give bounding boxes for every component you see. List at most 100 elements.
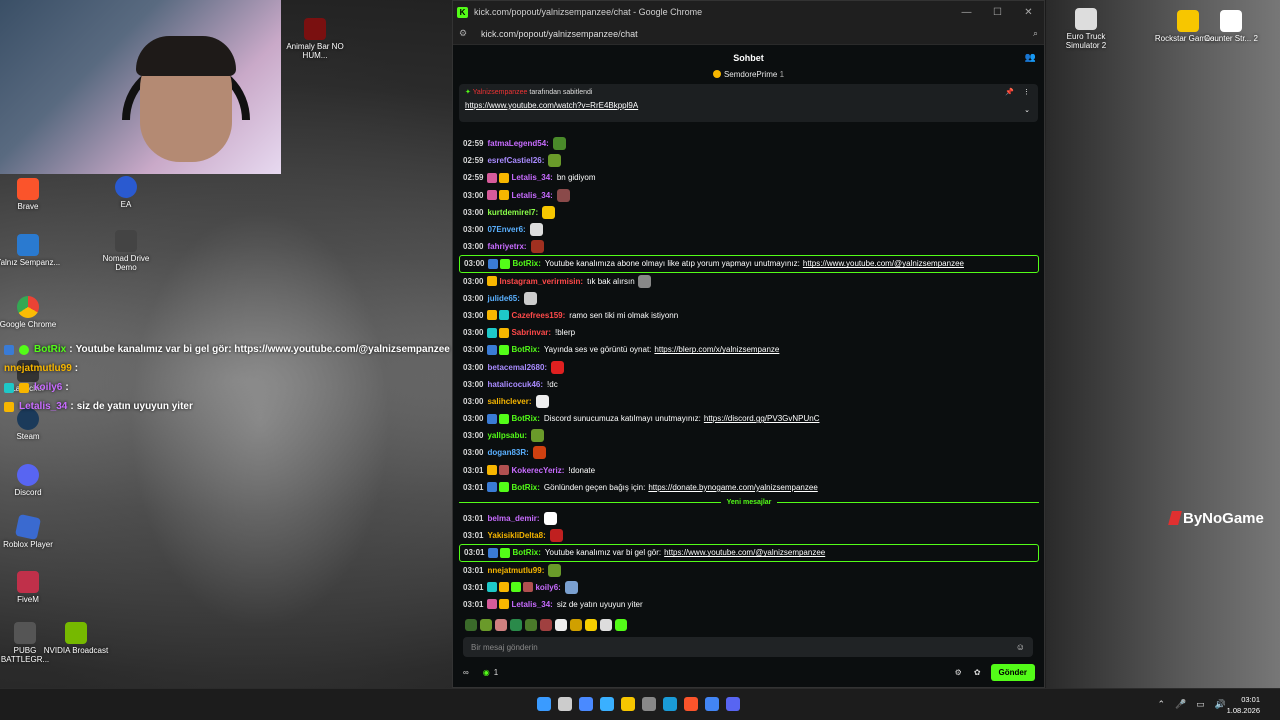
message-username[interactable]: BotRix: [511, 345, 539, 354]
settings-gear-icon[interactable]: ⚙ [955, 668, 962, 677]
message-link[interactable]: https://donate.bynogame.com/yalnizsempan… [648, 483, 817, 492]
url-text[interactable]: kick.com/popout/yalnizsempanzee/chat [481, 29, 638, 39]
message-username[interactable]: fatmaLegend54: [487, 139, 548, 148]
message-username[interactable]: BotRix: [512, 548, 540, 557]
chat-message: 02:59 fatmaLegend54: [459, 135, 1039, 152]
points-count[interactable]: 1 [494, 668, 498, 677]
emoji-icon[interactable]: ☺ [1016, 642, 1025, 652]
message-username[interactable]: yallpsabu: [487, 431, 527, 440]
viewers-icon[interactable]: ∞ [463, 668, 469, 677]
message-username[interactable]: fahriyetrx: [487, 242, 526, 251]
message-link-anchor[interactable]: https://discord.gg/PV3GvNPUnC [704, 414, 820, 423]
pinned-link[interactable]: https://www.youtube.com/watch?v=RrE4Bkpp… [465, 101, 1032, 110]
desktop-icon-roblox[interactable]: Roblox Player [0, 513, 63, 549]
quick-emote-icon[interactable] [495, 619, 507, 631]
message-username[interactable]: BotRix: [511, 414, 539, 423]
message-username[interactable]: belma_demir: [487, 514, 539, 523]
desktop-icon-nomad-drive[interactable]: Nomad Drive Demo [91, 230, 161, 272]
chat-message: 03:00 hatalicocuk46: !dc [459, 376, 1039, 393]
quick-emote-icon[interactable] [555, 619, 567, 631]
message-username[interactable]: hatalicocuk46: [487, 380, 543, 389]
search-icon[interactable]: ⌕ [1033, 28, 1038, 39]
message-username[interactable]: nnejatmutlu99: [487, 566, 544, 575]
taskbar-app-icon[interactable] [663, 697, 677, 711]
message-link[interactable]: https://www.youtube.com/@yalnizsempanzee [664, 548, 825, 557]
emote-icon [548, 563, 562, 577]
message-username[interactable]: salihclever: [487, 397, 531, 406]
message-username[interactable]: 07Enver6: [487, 225, 525, 234]
volume-icon[interactable]: 🔊 [1215, 699, 1226, 710]
desktop-icon-nvidia[interactable]: NVIDIA Broadcast [41, 622, 111, 655]
message-username[interactable]: BotRix: [512, 259, 540, 268]
message-username[interactable]: Sabrinvar: [511, 328, 551, 337]
message-link[interactable]: https://www.youtube.com/@yalnizsempanzee [803, 259, 964, 268]
quick-emote-icon[interactable] [600, 619, 612, 631]
desktop-icon-yalniz[interactable]: Yalnız Sempanz... [0, 234, 63, 267]
quick-emote-icon[interactable] [480, 619, 492, 631]
chevron-down-icon[interactable]: ⌄ [1024, 106, 1030, 114]
chat-input[interactable]: Bir mesaj gönderin ☺ [463, 637, 1033, 657]
taskbar-app-icon[interactable] [600, 697, 614, 711]
start-icon[interactable] [537, 697, 551, 711]
message-username[interactable]: kurtdemirel7: [487, 208, 538, 217]
message-username[interactable]: YakisikliDelta8: [487, 531, 545, 540]
display-icon[interactable]: ▭ [1196, 699, 1205, 710]
desktop-icon-euro-truck[interactable]: Euro Truck Simulator 2 [1051, 8, 1121, 50]
desktop-icon-discord[interactable]: Discord [0, 464, 63, 497]
message-username[interactable]: dogan83R: [487, 448, 528, 457]
users-icon[interactable]: 👥 [1025, 52, 1036, 63]
taskbar-app-icon[interactable] [684, 697, 698, 711]
more-options-icon[interactable]: ⋮ [1023, 88, 1030, 96]
desktop-icon-fivem[interactable]: FiveM [0, 571, 63, 604]
message-username[interactable]: Letalis_34: [511, 600, 552, 609]
message-link-anchor[interactable]: https://donate.bynogame.com/yalnizsempan… [648, 483, 817, 492]
message-username[interactable]: Letalis_34: [511, 173, 552, 182]
pinned-message[interactable]: ✦ Yalnizsempanzee tarafından sabitlendi … [459, 84, 1038, 122]
desktop-icon-animal-bar[interactable]: Animaly Bar NO HUM... [280, 18, 350, 60]
minimize-button[interactable]: — [951, 7, 982, 18]
title-bar[interactable]: K kick.com/popout/yalnizsempanzee/chat -… [453, 1, 1044, 23]
address-bar[interactable]: ⚙ kick.com/popout/yalnizsempanzee/chat ⌕ [453, 23, 1044, 45]
message-link[interactable]: https://blerp.com/x/yalnizsempanze [654, 345, 779, 354]
message-username[interactable]: julide65: [487, 294, 519, 303]
emote-settings-icon[interactable]: ✿ [974, 668, 981, 677]
taskbar-app-icon[interactable] [705, 697, 719, 711]
site-info-icon[interactable]: ⚙ [459, 28, 471, 39]
message-username[interactable]: Instagram_verirmisin: [499, 277, 583, 286]
desktop-icon-counter-strike[interactable]: Counter Str... 2 [1196, 10, 1266, 43]
close-button[interactable]: ✕ [1013, 7, 1044, 18]
taskbar-app-icon[interactable] [579, 697, 593, 711]
message-link-anchor[interactable]: https://blerp.com/x/yalnizsempanze [654, 345, 779, 354]
quick-emote-icon[interactable] [465, 619, 477, 631]
chevron-up-icon[interactable]: ⌃ [1158, 699, 1166, 710]
taskbar-app-icon[interactable] [621, 697, 635, 711]
subscriber-banner[interactable]: SemdorePrime 1 [453, 70, 1044, 84]
send-button[interactable]: Gönder [990, 663, 1035, 681]
pin-icon[interactable]: 📌 [1005, 88, 1014, 96]
quick-emote-icon[interactable] [540, 619, 552, 631]
desktop-icon-brave[interactable]: Brave [0, 178, 63, 211]
quick-emote-icon[interactable] [585, 619, 597, 631]
message-username[interactable]: betacemal2680: [487, 363, 547, 372]
desktop-icon-ea[interactable]: EA [91, 176, 161, 209]
quick-emote-icon[interactable] [510, 619, 522, 631]
quick-emote-icon[interactable] [525, 619, 537, 631]
message-link-anchor[interactable]: https://www.youtube.com/@yalnizsempanzee [803, 259, 964, 268]
desktop-icon-chrome[interactable]: Google Chrome [0, 296, 63, 329]
message-username[interactable]: Cazefrees159: [511, 311, 565, 320]
clock[interactable]: 03:01 1.08.2026 [1227, 694, 1260, 716]
taskbar-app-icon[interactable] [726, 697, 740, 711]
quick-emote-icon[interactable] [615, 619, 627, 631]
message-username[interactable]: BotRix: [511, 483, 539, 492]
taskbar-app-icon[interactable] [642, 697, 656, 711]
message-username[interactable]: Letalis_34: [511, 191, 552, 200]
quick-emote-icon[interactable] [570, 619, 582, 631]
taskbar-app-icon[interactable] [558, 697, 572, 711]
message-username[interactable]: esrefCastiel26: [487, 156, 544, 165]
message-username[interactable]: KokerecYeriz: [511, 466, 564, 475]
maximize-button[interactable]: ☐ [982, 7, 1013, 18]
message-link-anchor[interactable]: https://www.youtube.com/@yalnizsempanzee [664, 548, 825, 557]
message-link[interactable]: https://discord.gg/PV3GvNPUnC [704, 414, 820, 423]
microphone-icon[interactable]: 🎤 [1175, 699, 1186, 710]
message-username[interactable]: koily6: [535, 583, 560, 592]
